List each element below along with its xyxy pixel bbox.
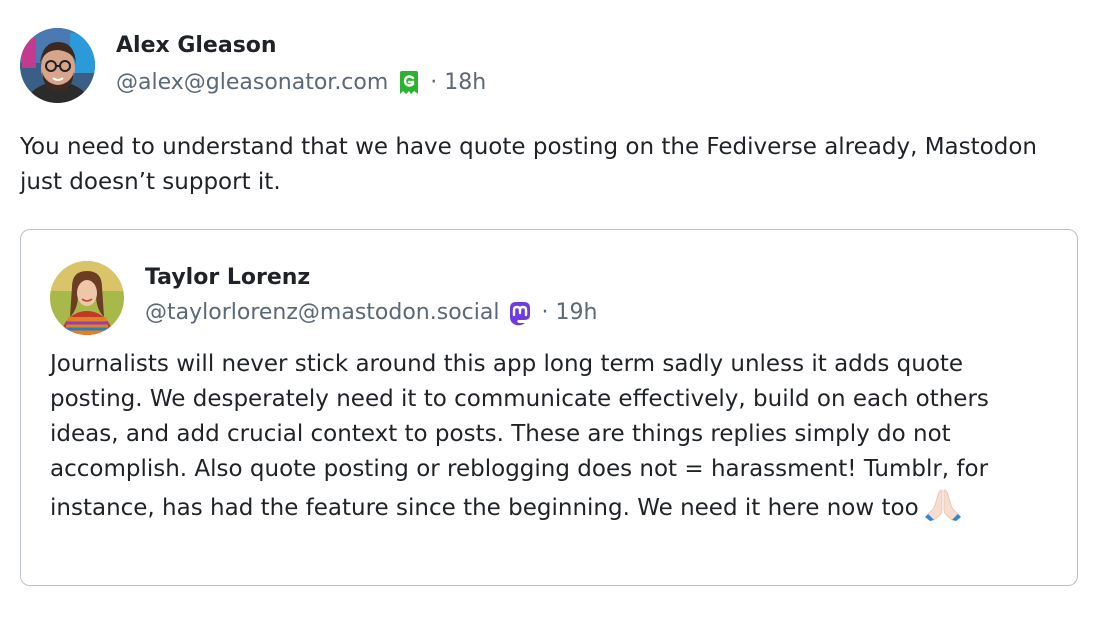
avatar[interactable] xyxy=(20,28,95,103)
folded-hands-emoji xyxy=(924,487,961,521)
post-content: You need to understand that we have quot… xyxy=(20,134,1037,195)
status-post: Alex Gleason @alex@gleasonator.com · 18h… xyxy=(0,0,1100,620)
quoted-author-display-name[interactable]: Taylor Lorenz xyxy=(145,264,597,292)
post-timestamp[interactable]: 18h xyxy=(444,69,486,97)
quoted-meta-separator: · xyxy=(541,300,549,325)
quoted-author-handle[interactable]: @taylorlorenz@mastodon.social xyxy=(145,299,499,327)
quoted-avatar[interactable] xyxy=(50,261,124,335)
post-author: Alex Gleason @alex@gleasonator.com · 18h xyxy=(20,28,486,104)
author-handle-line: @alex@gleasonator.com · 18h xyxy=(116,69,486,97)
quoted-post-content: Journalists will never stick around this… xyxy=(50,347,1050,526)
author-handle[interactable]: @alex@gleasonator.com xyxy=(116,69,388,97)
quoted-post-author: Taylor Lorenz @taylorlorenz@mastodon.soc… xyxy=(50,261,597,335)
quoted-author-meta: Taylor Lorenz @taylorlorenz@mastodon.soc… xyxy=(145,261,597,327)
author-meta: Alex Gleason @alex@gleasonator.com · 18h xyxy=(116,28,486,97)
mastodon-icon xyxy=(507,300,533,326)
quoted-author-handle-line: @taylorlorenz@mastodon.social · 19h xyxy=(145,299,597,327)
quoted-post[interactable]: Taylor Lorenz @taylorlorenz@mastodon.soc… xyxy=(20,229,1078,586)
gleasonator-icon xyxy=(398,70,420,96)
quoted-post-timestamp[interactable]: 19h xyxy=(555,299,597,327)
meta-separator: · xyxy=(430,70,438,95)
quoted-post-text: Journalists will never stick around this… xyxy=(50,351,989,521)
author-display-name[interactable]: Alex Gleason xyxy=(116,32,486,60)
